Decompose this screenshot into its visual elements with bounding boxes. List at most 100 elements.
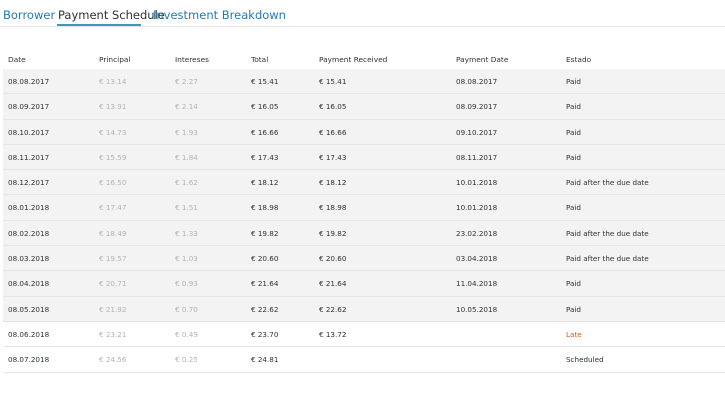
cell-total: € 18.12	[251, 178, 279, 188]
cell-payment-received: € 20.60	[319, 254, 347, 264]
cell-estado: Scheduled	[566, 355, 604, 365]
table-row: 08.09.2017 € 13.91 € 2.14 € 16.05 € 16.05 08.…	[3, 94, 725, 120]
cell-intereses: € 2.14	[175, 102, 198, 112]
tab-bar: Borrower Payment Schedule Investment Bre…	[0, 0, 725, 27]
cell-payment-date: 03.04.2018	[456, 254, 498, 264]
cell-total: € 15.41	[251, 77, 279, 86]
payment-schedule-table: Date Principal Intereses Total Payment R…	[3, 48, 725, 373]
table-row: 08.02.2018 € 18.49 € 1.33 € 19.82 € 19.82 23.…	[3, 220, 725, 247]
cell-payment-received: € 21.64	[319, 279, 347, 289]
cell-intereses: € 0.70	[175, 304, 198, 314]
tab-payment-schedule[interactable]: Payment Schedule	[58, 8, 165, 22]
cell-estado: Paid after the due date	[566, 178, 649, 188]
cell-payment-received: € 19.82	[319, 228, 347, 238]
cell-principal: € 16.50	[99, 178, 127, 188]
cell-intereses: € 1.33	[175, 228, 198, 238]
cell-payment-received: € 13.72	[319, 329, 347, 339]
cell-total: € 22.62	[251, 304, 279, 314]
cell-intereses: € 1.93	[175, 127, 198, 137]
table-row: 08.12.2017 € 16.50 € 1.62 € 18.12 € 18.12 10.…	[3, 170, 725, 196]
cell-date: 08.12.2017	[8, 178, 50, 188]
cell-payment-received: € 16.66	[319, 127, 347, 137]
cell-intereses: € 2.27	[175, 77, 198, 86]
tab-investment-breakdown[interactable]: Investment Breakdown	[153, 8, 286, 22]
cell-date: 08.11.2017	[8, 152, 50, 162]
cell-date: 08.05.2018	[8, 304, 50, 314]
cell-date: 08.06.2018	[8, 329, 50, 339]
table-row: 08.05.2018 € 21.92 € 0.70 € 22.62 € 22.62 10.…	[3, 296, 725, 322]
cell-principal: € 19.57	[99, 254, 127, 264]
cell-intereses: € 0.49	[175, 329, 198, 339]
table-row: 08.06.2018 € 23.21 € 0.49 € 23.70 € 13.72 Lat…	[3, 322, 725, 348]
cell-principal: € 18.49	[99, 228, 127, 238]
cell-total: € 17.43	[251, 152, 279, 162]
tab-borrower[interactable]: Borrower	[3, 8, 55, 22]
cell-payment-received: € 22.62	[319, 304, 347, 314]
cell-payment-date: 11.04.2018	[456, 279, 498, 289]
cell-principal: € 13.91	[99, 102, 127, 112]
cell-payment-date: 10.01.2018	[456, 203, 498, 213]
cell-estado: Paid	[566, 279, 581, 289]
cell-intereses: € 0.25	[175, 355, 198, 365]
table-row: 08.07.2018 € 24.56 € 0.25 € 24.81 Scheduled	[3, 347, 725, 373]
table-row: 08.10.2017 € 14.73 € 1.93 € 16.66 € 16.66 09.…	[3, 119, 725, 145]
cell-date: 08.02.2018	[8, 228, 50, 238]
cell-date: 08.10.2017	[8, 127, 50, 137]
cell-total: € 24.81	[251, 355, 279, 365]
cell-payment-received: € 16.05	[319, 102, 347, 112]
cell-payment-received: € 17.43	[319, 152, 347, 162]
table-row: 08.01.2018 € 17.47 € 1.51 € 18.98 € 18.98 10.…	[3, 195, 725, 221]
cell-intereses: € 1.62	[175, 178, 198, 188]
cell-estado: Paid	[566, 203, 581, 213]
cell-estado: Late	[566, 329, 582, 339]
cell-principal: € 24.56	[99, 355, 127, 365]
cell-estado: Paid	[566, 102, 581, 112]
cell-intereses: € 1.03	[175, 254, 198, 264]
cell-total: € 19.82	[251, 228, 279, 238]
cell-total: € 16.66	[251, 127, 279, 137]
table-header-row: Date Principal Intereses Total Payment R…	[3, 48, 725, 69]
cell-payment-date: 08.11.2017	[456, 152, 498, 162]
cell-payment-received: € 18.98	[319, 203, 347, 213]
cell-date: 08.04.2018	[8, 279, 50, 289]
header-total: Total	[251, 55, 269, 64]
cell-estado: Paid	[566, 77, 581, 86]
cell-payment-date: 23.02.2018	[456, 228, 498, 238]
table-row: 08.03.2018 € 19.57 € 1.03 € 20.60 € 20.60 03.…	[3, 246, 725, 272]
cell-total: € 16.05	[251, 102, 279, 112]
cell-estado: Paid	[566, 127, 581, 137]
cell-total: € 20.60	[251, 254, 279, 264]
header-estado: Estado	[566, 55, 592, 64]
cell-payment-received: € 15.41	[319, 77, 347, 86]
cell-payment-date: 10.05.2018	[456, 304, 498, 314]
header-date: Date	[8, 55, 26, 64]
cell-principal: € 17.47	[99, 203, 127, 213]
header-principal: Principal	[99, 55, 131, 64]
active-tab-indicator	[57, 24, 141, 26]
table-row: 08.11.2017 € 15.59 € 1.84 € 17.43 € 17.43 08.…	[3, 144, 725, 171]
header-payment-date: Payment Date	[456, 55, 509, 64]
cell-principal: € 21.92	[99, 304, 127, 314]
cell-payment-date: 08.09.2017	[456, 102, 498, 112]
cell-principal: € 23.21	[99, 329, 127, 339]
cell-principal: € 20.71	[99, 279, 127, 289]
cell-date: 08.07.2018	[8, 355, 50, 365]
cell-total: € 21.64	[251, 279, 279, 289]
cell-total: € 18.98	[251, 203, 279, 213]
cell-estado: Paid after the due date	[566, 228, 649, 238]
cell-principal: € 15.59	[99, 152, 127, 162]
table-row: 08.08.2017 € 13.14 € 2.27 € 15.41 € 15.41 08.…	[3, 69, 725, 95]
cell-intereses: € 1.51	[175, 203, 198, 213]
cell-estado: Paid	[566, 304, 581, 314]
cell-principal: € 14.73	[99, 127, 127, 137]
cell-principal: € 13.14	[99, 77, 127, 86]
cell-date: 08.03.2018	[8, 254, 50, 264]
table-body: 08.08.2017 € 13.14 € 2.27 € 15.41 € 15.41 08.…	[3, 69, 725, 373]
cell-payment-received: € 18.12	[319, 178, 347, 188]
cell-estado: Paid	[566, 152, 581, 162]
header-intereses: Intereses	[175, 55, 209, 64]
cell-date: 08.09.2017	[8, 102, 50, 112]
cell-total: € 23.70	[251, 329, 279, 339]
header-payment-received: Payment Received	[319, 55, 388, 64]
cell-date: 08.08.2017	[8, 77, 50, 86]
